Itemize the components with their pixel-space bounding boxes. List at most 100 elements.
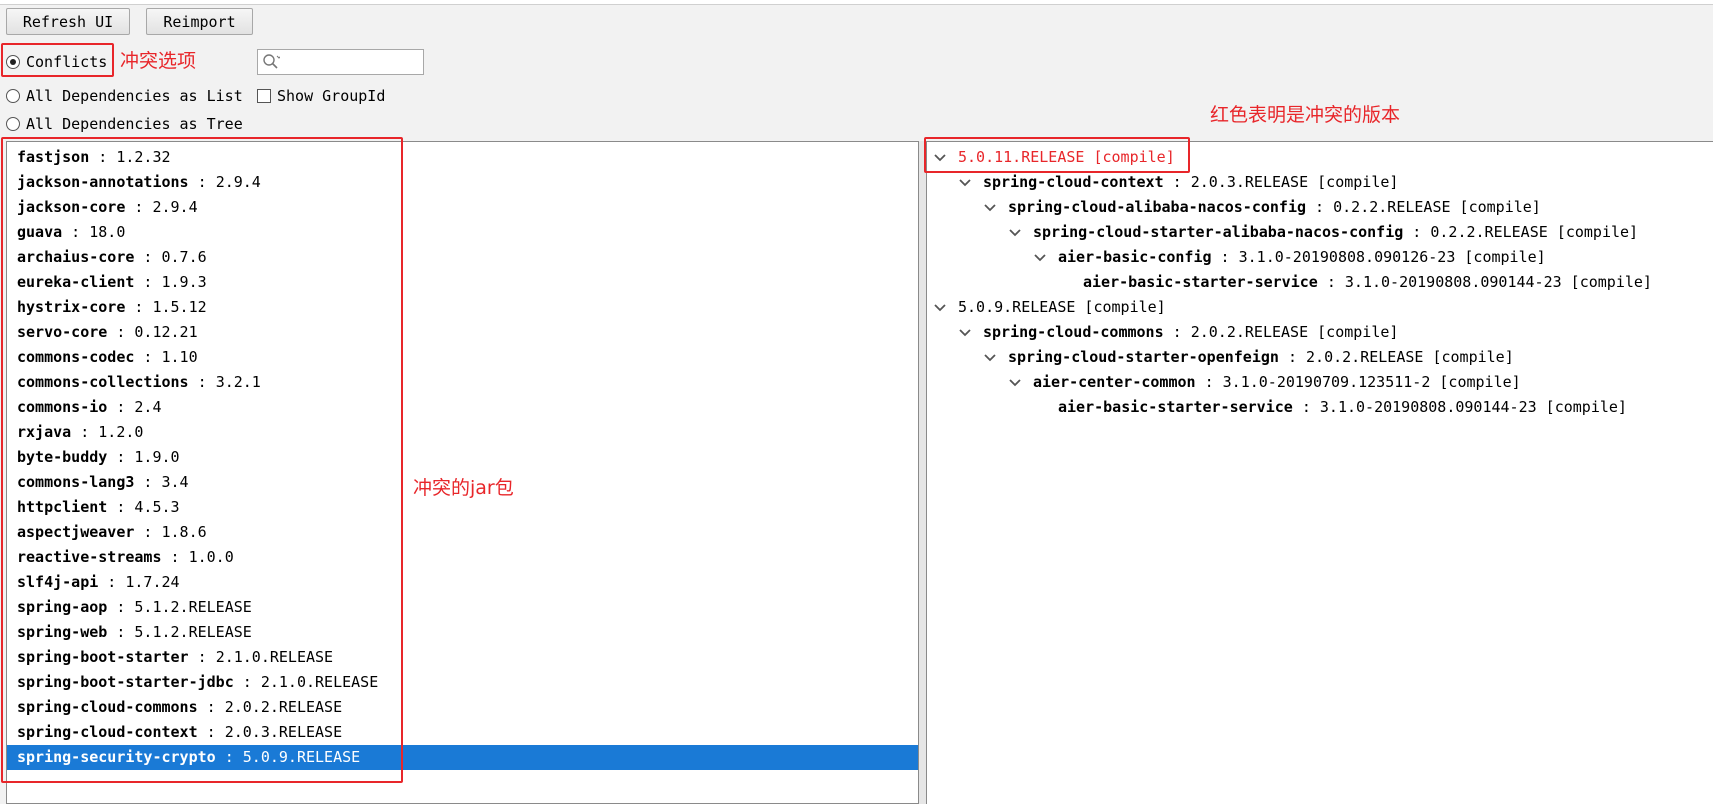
conflict-list-item[interactable]: commons-codec : 1.10 (7, 345, 918, 370)
conflicts-option[interactable]: Conflicts (6, 51, 107, 73)
tree-node[interactable]: spring-cloud-context : 2.0.3.RELEASE [co… (927, 170, 1713, 195)
dependency-name: spring-cloud-context (17, 723, 198, 741)
tree-node[interactable]: 5.0.11.RELEASE [compile] (927, 145, 1713, 170)
conflict-list-item[interactable]: spring-boot-starter : 2.1.0.RELEASE (7, 645, 918, 670)
conflict-list-item[interactable]: hystrix-core : 1.5.12 (7, 295, 918, 320)
conflict-list-item[interactable]: archaius-core : 0.7.6 (7, 245, 918, 270)
conflict-list-item[interactable]: spring-web : 5.1.2.RELEASE (7, 620, 918, 645)
conflict-list: fastjson : 1.2.32 jackson-annotations : 2… (7, 142, 918, 770)
conflict-list-item[interactable]: jackson-annotations : 2.9.4 (7, 170, 918, 195)
conflict-list-item[interactable]: byte-buddy : 1.9.0 (7, 445, 918, 470)
dependency-name: commons-codec (17, 348, 135, 366)
chevron-down-icon[interactable] (1033, 251, 1047, 265)
chevron-down-icon[interactable] (958, 326, 972, 340)
dependency-version: 1.2.32 (116, 148, 171, 166)
chevron-down-icon[interactable] (983, 201, 997, 215)
conflict-jars-annotation: 冲突的jar包 (413, 477, 514, 499)
tree-node-label: 5.0.9.RELEASE [compile] (958, 295, 1166, 320)
pane-splitter[interactable] (919, 141, 926, 804)
red-version-annotation: 红色表明是冲突的版本 (1210, 104, 1401, 126)
tree-node-label: spring-cloud-alibaba-nacos-config : 0.2.… (1008, 198, 1541, 216)
conflict-list-item[interactable]: servo-core : 0.12.21 (7, 320, 918, 345)
dependency-name: spring-boot-starter (17, 648, 189, 666)
conflicts-option-annotation: 冲突选项 (120, 50, 197, 72)
conflict-list-item[interactable]: spring-cloud-context : 2.0.3.RELEASE (7, 720, 918, 745)
conflict-list-item[interactable]: spring-cloud-commons : 2.0.2.RELEASE (7, 695, 918, 720)
chevron-down-icon[interactable] (958, 176, 972, 190)
conflict-list-item[interactable]: rxjava : 1.2.0 (7, 420, 918, 445)
dependency-version: 18.0 (89, 223, 126, 241)
conflict-list-item[interactable]: guava : 18.0 (7, 220, 918, 245)
tree-node[interactable]: aier-basic-config : 3.1.0-20190808.09012… (927, 245, 1713, 270)
dependency-tree: 5.0.11.RELEASE [compile] spring-cloud-con… (927, 142, 1713, 420)
conflict-list-item[interactable]: spring-aop : 5.1.2.RELEASE (7, 595, 918, 620)
tree-node[interactable]: aier-basic-starter-service : 3.1.0-20190… (927, 270, 1713, 295)
refresh-ui-button[interactable]: Refresh UI (6, 8, 130, 35)
dependency-name: spring-web (17, 623, 108, 641)
chevron-down-icon[interactable] (983, 351, 997, 365)
dependency-name: eureka-client (17, 273, 135, 291)
conflict-list-item[interactable]: spring-boot-starter-jdbc : 2.1.0.RELEASE (7, 670, 918, 695)
conflict-list-item[interactable]: commons-collections : 3.2.1 (7, 370, 918, 395)
conflict-list-item[interactable]: reactive-streams : 1.0.0 (7, 545, 918, 570)
dependency-name: archaius-core (17, 248, 135, 266)
tree-node-name: aier-center-common (1033, 373, 1196, 391)
conflict-list-item[interactable]: aspectjweaver : 1.8.6 (7, 520, 918, 545)
conflict-list-item[interactable]: fastjson : 1.2.32 (7, 145, 918, 170)
tree-label: All Dependencies as Tree (26, 115, 243, 133)
tree-node-version: 2.0.3.RELEASE [compile] (1190, 173, 1399, 191)
conflict-list-item[interactable]: slf4j-api : 1.7.24 (7, 570, 918, 595)
tree-node[interactable]: spring-cloud-starter-openfeign : 2.0.2.R… (927, 345, 1713, 370)
chevron-down-icon[interactable] (1008, 226, 1022, 240)
dependency-version: 2.1.0.RELEASE (215, 648, 334, 666)
show-groupid-label: Show GroupId (277, 87, 386, 105)
tree-node-version: 5.0.9.RELEASE [compile] (958, 298, 1166, 316)
dependency-version: 1.8.6 (161, 523, 207, 541)
tree-node[interactable]: spring-cloud-commons : 2.0.2.RELEASE [co… (927, 320, 1713, 345)
dependency-name: commons-io (17, 398, 108, 416)
chevron-down-icon[interactable] (933, 151, 947, 165)
tree-node-name: spring-cloud-commons (983, 323, 1164, 341)
conflicts-radio[interactable] (6, 55, 20, 69)
dependency-name: slf4j-api (17, 573, 99, 591)
tree-node[interactable]: spring-cloud-starter-alibaba-nacos-confi… (927, 220, 1713, 245)
tree-node[interactable]: aier-center-common : 3.1.0-20190709.1235… (927, 370, 1713, 395)
dependency-tree-pane[interactable]: 5.0.11.RELEASE [compile] spring-cloud-con… (926, 141, 1713, 804)
dependency-version: 1.2.0 (98, 423, 144, 441)
dependency-version: 2.1.0.RELEASE (260, 673, 379, 691)
dependency-name: aspectjweaver (17, 523, 135, 541)
dependency-name: servo-core (17, 323, 108, 341)
search-box[interactable] (257, 49, 424, 75)
tree-node-label: spring-cloud-starter-alibaba-nacos-confi… (1033, 223, 1639, 241)
list-option[interactable]: All Dependencies as List (6, 85, 243, 107)
tree-radio[interactable] (6, 117, 20, 131)
tree-node[interactable]: aier-basic-starter-service : 3.1.0-20190… (927, 395, 1713, 420)
conflict-list-item[interactable]: jackson-core : 2.9.4 (7, 195, 918, 220)
show-groupid-option[interactable]: Show GroupId (257, 85, 385, 107)
tree-node-label: aier-basic-starter-service : 3.1.0-20190… (1058, 398, 1627, 416)
tree-option[interactable]: All Dependencies as Tree (6, 113, 243, 135)
tree-node-version: 2.0.2.RELEASE [compile] (1306, 348, 1514, 366)
show-groupid-checkbox[interactable] (257, 89, 271, 103)
dependency-version: 3.2.1 (215, 373, 261, 391)
dependency-name: reactive-streams (17, 548, 162, 566)
dependency-version: 3.4 (161, 473, 189, 491)
reimport-button[interactable]: Reimport (146, 8, 253, 35)
conflict-list-item[interactable]: eureka-client : 1.9.3 (7, 270, 918, 295)
tree-node[interactable]: 5.0.9.RELEASE [compile] (927, 295, 1713, 320)
dependency-version: 0.7.6 (161, 248, 207, 266)
dependency-version: 1.10 (161, 348, 198, 366)
chevron-down-icon[interactable] (933, 301, 947, 315)
dependency-version: 2.0.3.RELEASE (224, 723, 343, 741)
list-radio[interactable] (6, 89, 20, 103)
search-input[interactable] (280, 52, 410, 72)
chevron-down-icon[interactable] (1008, 376, 1022, 390)
dependency-version: 5.1.2.RELEASE (134, 623, 252, 641)
dependency-name: jackson-core (17, 198, 126, 216)
top-strip (0, 0, 1713, 5)
conflict-list-item[interactable]: spring-security-crypto : 5.0.9.RELEASE (7, 745, 918, 770)
tree-node[interactable]: spring-cloud-alibaba-nacos-config : 0.2.… (927, 195, 1713, 220)
conflict-list-item[interactable]: commons-io : 2.4 (7, 395, 918, 420)
dependency-version: 1.9.3 (161, 273, 207, 291)
dependency-version: 0.12.21 (134, 323, 198, 341)
